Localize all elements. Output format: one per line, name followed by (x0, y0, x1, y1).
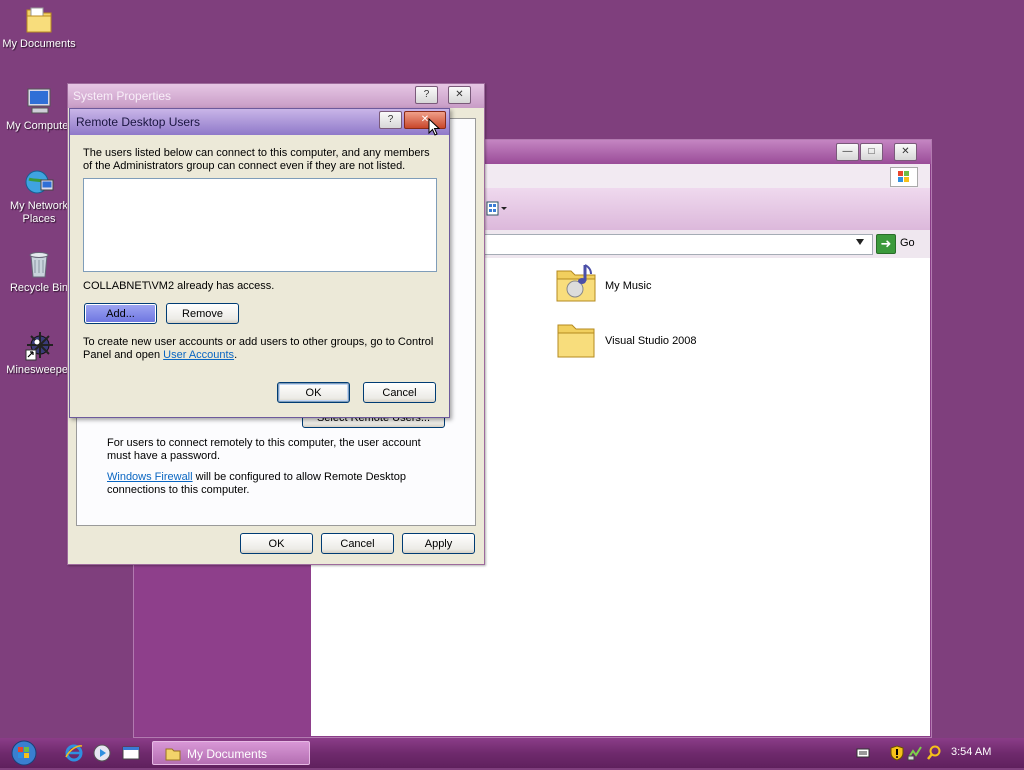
minesweeper-icon (23, 330, 55, 362)
desktop-icon-minesweeper[interactable]: Minesweeper (1, 330, 77, 377)
folder-icon (555, 319, 599, 361)
windows-firewall-link[interactable]: Windows Firewall (107, 471, 193, 483)
users-list[interactable] (83, 178, 437, 272)
user-accounts-info-text: To create new user accounts or add users… (83, 336, 435, 362)
clock[interactable]: 3:54 AM (951, 746, 991, 758)
desktop-icon-label: My Computer (5, 120, 73, 132)
show-desktop-icon[interactable] (121, 743, 141, 763)
desktop-icon-label: My Network Places (9, 200, 69, 225)
desktop-icon-label: Minesweeper (6, 364, 72, 376)
computer-icon (23, 86, 55, 118)
network-places-icon (23, 166, 55, 198)
cancel-button[interactable]: Cancel (363, 382, 436, 403)
info-text-part-1: To create new user accounts or add users… (83, 336, 434, 361)
folder-item-my-music[interactable]: My Music (555, 261, 755, 307)
security-shield-icon[interactable] (890, 745, 904, 761)
go-arrow-icon: ➜ (876, 234, 896, 254)
description-text: The users listed below can connect to th… (83, 147, 430, 172)
close-button[interactable]: ✕ (894, 143, 917, 161)
access-text: COLLABNET\VM2 already has access. (83, 280, 275, 292)
ok-button[interactable]: OK (240, 533, 313, 554)
taskbar-item-label: My Documents (187, 747, 268, 761)
address-dropdown-icon[interactable] (856, 239, 864, 245)
user-accounts-link[interactable]: User Accounts (163, 349, 234, 361)
explorer-menu-bar (484, 164, 930, 188)
remote-desktop-users-dialog[interactable]: Remote Desktop Users ? ✕ The users liste… (69, 108, 450, 418)
apply-button[interactable]: Apply (402, 533, 475, 554)
folder-label: My Music (605, 280, 652, 292)
maximize-button[interactable]: □ (860, 143, 883, 161)
internet-explorer-icon[interactable] (64, 743, 84, 763)
folder-icon (23, 4, 55, 36)
windows-logo-icon (890, 167, 918, 187)
desktop-icon-recycle-bin[interactable]: Recycle Bin (1, 248, 77, 295)
music-folder-icon (555, 261, 599, 305)
folder-icon (165, 746, 181, 762)
desktop-icon-my-computer[interactable]: My Computer (1, 86, 77, 133)
recycle-bin-icon (23, 248, 55, 280)
remote-info-text: For users to connect remotely to this co… (107, 437, 421, 462)
add-user-button[interactable]: Add... (84, 303, 157, 324)
network-icon[interactable] (907, 745, 923, 761)
search-icon[interactable] (926, 745, 942, 761)
mouse-cursor-icon (428, 117, 441, 136)
system-tray: 3:54 AM (854, 738, 1024, 768)
remove-user-button[interactable]: Remove (166, 303, 239, 324)
explorer-address-bar: ➜ Go (484, 230, 930, 258)
folder-label: Visual Studio 2008 (605, 335, 697, 347)
ok-button[interactable]: OK (277, 382, 350, 403)
keyboard-icon[interactable] (856, 747, 870, 759)
minimize-button[interactable]: — (836, 143, 859, 161)
taskbar: My Documents 3:54 AM (0, 738, 1024, 768)
go-button[interactable]: ➜ Go (876, 234, 924, 254)
desktop-icon-my-network-places[interactable]: My Network Places (1, 166, 77, 226)
desktop-icon-label: Recycle Bin (9, 282, 69, 294)
cancel-button[interactable]: Cancel (321, 533, 394, 554)
firewall-info-text: Windows Firewall will be configured to a… (107, 471, 447, 497)
desktop-icon-label: My Documents (2, 38, 76, 50)
views-icon[interactable] (486, 200, 508, 218)
info-text-part-2: . (234, 349, 238, 361)
start-button[interactable] (8, 740, 40, 766)
address-input[interactable] (484, 234, 873, 255)
go-label: Go (900, 237, 915, 249)
media-player-icon[interactable] (92, 743, 112, 763)
close-button[interactable]: ✕ (448, 86, 471, 104)
folder-item-visual-studio-2008[interactable]: Visual Studio 2008 (555, 319, 775, 363)
help-button[interactable]: ? (379, 111, 402, 129)
desktop-icon-my-documents[interactable]: My Documents (1, 4, 77, 51)
explorer-toolbar (484, 188, 930, 230)
help-button[interactable]: ? (415, 86, 438, 104)
taskbar-item-my-documents[interactable]: My Documents (152, 741, 310, 765)
